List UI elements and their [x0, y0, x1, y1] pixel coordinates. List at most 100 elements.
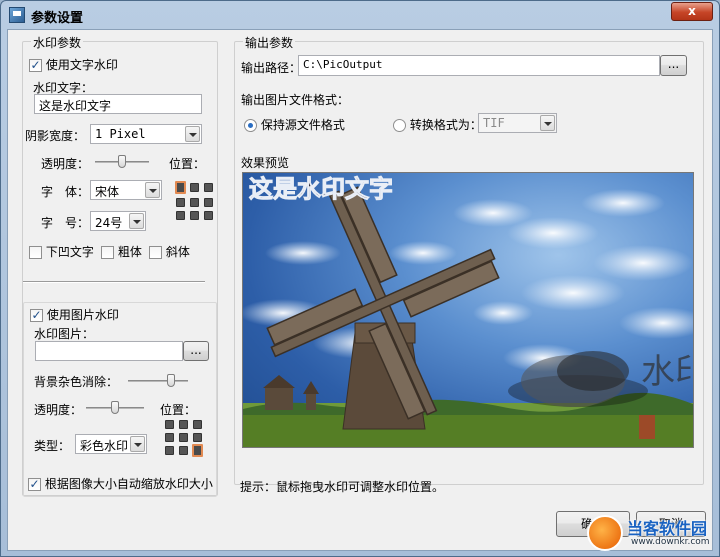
- use-text-watermark-checkbox[interactable]: ✓: [29, 59, 42, 72]
- position-bottom-center[interactable]: [190, 211, 199, 220]
- position-bottom-left[interactable]: [176, 211, 185, 220]
- image-position-label: 位置：: [160, 403, 197, 417]
- emboss-checkbox[interactable]: [29, 246, 42, 259]
- watermark-type-label: 类型：: [34, 439, 71, 453]
- keep-format-row[interactable]: 保持源文件格式: [244, 116, 345, 133]
- output-params-title: 输出参数: [243, 34, 296, 51]
- position-bottom-center[interactable]: [179, 446, 188, 455]
- convert-format-select[interactable]: TIF: [478, 113, 557, 133]
- italic-checkbox[interactable]: [149, 246, 162, 259]
- image-opacity-slider[interactable]: [86, 401, 144, 415]
- settings-app-icon: [9, 7, 25, 23]
- output-path-label: 输出路径：: [241, 61, 302, 75]
- text-position-label: 位置：: [169, 157, 206, 171]
- position-middle-right[interactable]: [204, 198, 213, 207]
- divider: [23, 281, 205, 283]
- browse-output-button[interactable]: ...: [660, 55, 687, 76]
- text-opacity-label: 透明度：: [41, 157, 90, 171]
- position-top-right[interactable]: [204, 183, 213, 192]
- text-position-grid[interactable]: [175, 181, 213, 220]
- chevron-down-icon[interactable]: [540, 115, 555, 131]
- slider-thumb[interactable]: [111, 401, 119, 414]
- text-opacity-slider[interactable]: [95, 155, 149, 169]
- watermark-params-group: 水印参数 ✓ 使用文字水印 水印文字： 这是水印文字 阴影宽度： 1 Pixel…: [22, 34, 218, 497]
- image-position-grid[interactable]: [165, 420, 203, 457]
- output-format-label: 输出图片文件格式：: [241, 93, 350, 107]
- position-top-center[interactable]: [179, 420, 188, 429]
- position-middle-left[interactable]: [165, 433, 174, 442]
- emboss-row[interactable]: 下凹文字: [29, 243, 94, 260]
- use-image-watermark-row[interactable]: ✓ 使用图片水印: [30, 306, 119, 323]
- shadow-width-label: 阴影宽度：: [25, 129, 86, 143]
- position-middle-right[interactable]: [193, 433, 202, 442]
- position-bottom-left[interactable]: [165, 446, 174, 455]
- chevron-down-icon[interactable]: [129, 213, 144, 229]
- italic-row[interactable]: 斜体: [149, 243, 190, 260]
- preview-image[interactable]: 这是水印文字 水印: [242, 172, 694, 448]
- slider-thumb[interactable]: [167, 374, 175, 387]
- use-text-watermark-row[interactable]: ✓ 使用文字水印: [29, 56, 118, 73]
- watermark-image-input[interactable]: [35, 341, 183, 361]
- church: [263, 375, 319, 410]
- position-bottom-right[interactable]: [204, 211, 213, 220]
- title-bar[interactable]: 参数设置 x: [1, 1, 719, 29]
- dialog-client-area: 水印参数 ✓ 使用文字水印 水印文字： 这是水印文字 阴影宽度： 1 Pixel…: [7, 29, 713, 551]
- watermark-image-label: 水印图片：: [34, 327, 95, 341]
- position-center[interactable]: [179, 433, 188, 442]
- position-top-right[interactable]: [193, 420, 202, 429]
- chevron-down-icon[interactable]: [130, 436, 145, 452]
- bg-noise-remove-slider[interactable]: [128, 374, 188, 388]
- font-select[interactable]: 宋体: [90, 180, 162, 200]
- bold-row[interactable]: 粗体: [101, 243, 142, 260]
- position-top-center[interactable]: [190, 183, 199, 192]
- image-watermark-group: ✓ 使用图片水印 水印图片： ... 背景杂色消除： 透明度： 位置： 类型： …: [23, 302, 217, 497]
- position-top-left[interactable]: [165, 420, 174, 429]
- keep-format-label: 保持源文件格式: [260, 118, 345, 132]
- watermark-type-select[interactable]: 彩色水印: [75, 434, 147, 454]
- font-size-select[interactable]: 24号: [90, 211, 146, 231]
- convert-format-radio[interactable]: [393, 119, 406, 132]
- auto-scale-label: 根据图像大小自动缩放水印大小: [44, 477, 213, 491]
- dialog-window: 参数设置 x 水印参数 ✓ 使用文字水印 水印文字： 这是水印文字 阴影宽度： …: [0, 0, 720, 557]
- position-middle-left[interactable]: [176, 198, 185, 207]
- use-text-watermark-label: 使用文字水印: [45, 58, 118, 72]
- font-size-value: 24号: [95, 216, 123, 230]
- position-top-left[interactable]: [175, 181, 186, 194]
- site-watermark-badge: 当客软件园 www.downkr.com: [587, 513, 717, 555]
- window-title: 参数设置: [31, 11, 84, 26]
- position-center[interactable]: [190, 198, 199, 207]
- convert-format-label: 转换格式为：: [409, 118, 482, 132]
- site-url: www.downkr.com: [631, 537, 710, 547]
- keep-format-radio[interactable]: [244, 119, 257, 132]
- watermark-type-value: 彩色水印: [80, 439, 129, 453]
- shadow-width-select[interactable]: 1 Pixel: [90, 124, 202, 144]
- slider-thumb[interactable]: [118, 155, 126, 168]
- auto-scale-row[interactable]: ✓ 根据图像大小自动缩放水印大小: [28, 475, 213, 492]
- preview-label: 效果预览: [241, 156, 290, 170]
- drag-hint: 提示：鼠标拖曳水印可调整水印位置。: [240, 480, 445, 494]
- use-image-watermark-checkbox[interactable]: ✓: [30, 309, 43, 322]
- slider-track: [128, 380, 188, 382]
- browse-image-button[interactable]: ...: [183, 341, 209, 361]
- chevron-down-icon[interactable]: [145, 182, 160, 198]
- font-size-label: 字 号：: [41, 216, 90, 230]
- close-button[interactable]: x: [671, 2, 713, 21]
- watermark-text-input[interactable]: 这是水印文字: [34, 94, 202, 114]
- watermark-params-title: 水印参数: [31, 34, 84, 51]
- font-label: 字 体：: [41, 185, 90, 199]
- chevron-down-icon[interactable]: [185, 126, 200, 142]
- output-path-input[interactable]: C:\PicOutput: [298, 55, 660, 76]
- bg-noise-remove-label: 背景杂色消除：: [34, 375, 119, 389]
- italic-label: 斜体: [165, 245, 190, 259]
- bold-checkbox[interactable]: [101, 246, 114, 259]
- convert-format-row[interactable]: 转换格式为：: [393, 116, 482, 133]
- convert-format-value: TIF: [483, 116, 505, 130]
- logo-icon: [587, 515, 623, 551]
- preview-photo: 这是水印文字 水印: [243, 174, 693, 447]
- shadow-width-value: 1 Pixel: [95, 127, 146, 141]
- position-bottom-right[interactable]: [192, 444, 203, 457]
- bold-label: 粗体: [117, 245, 142, 259]
- emboss-label: 下凹文字: [45, 245, 94, 259]
- preview-text-watermark[interactable]: 这是水印文字: [249, 174, 394, 204]
- auto-scale-checkbox[interactable]: ✓: [28, 478, 41, 491]
